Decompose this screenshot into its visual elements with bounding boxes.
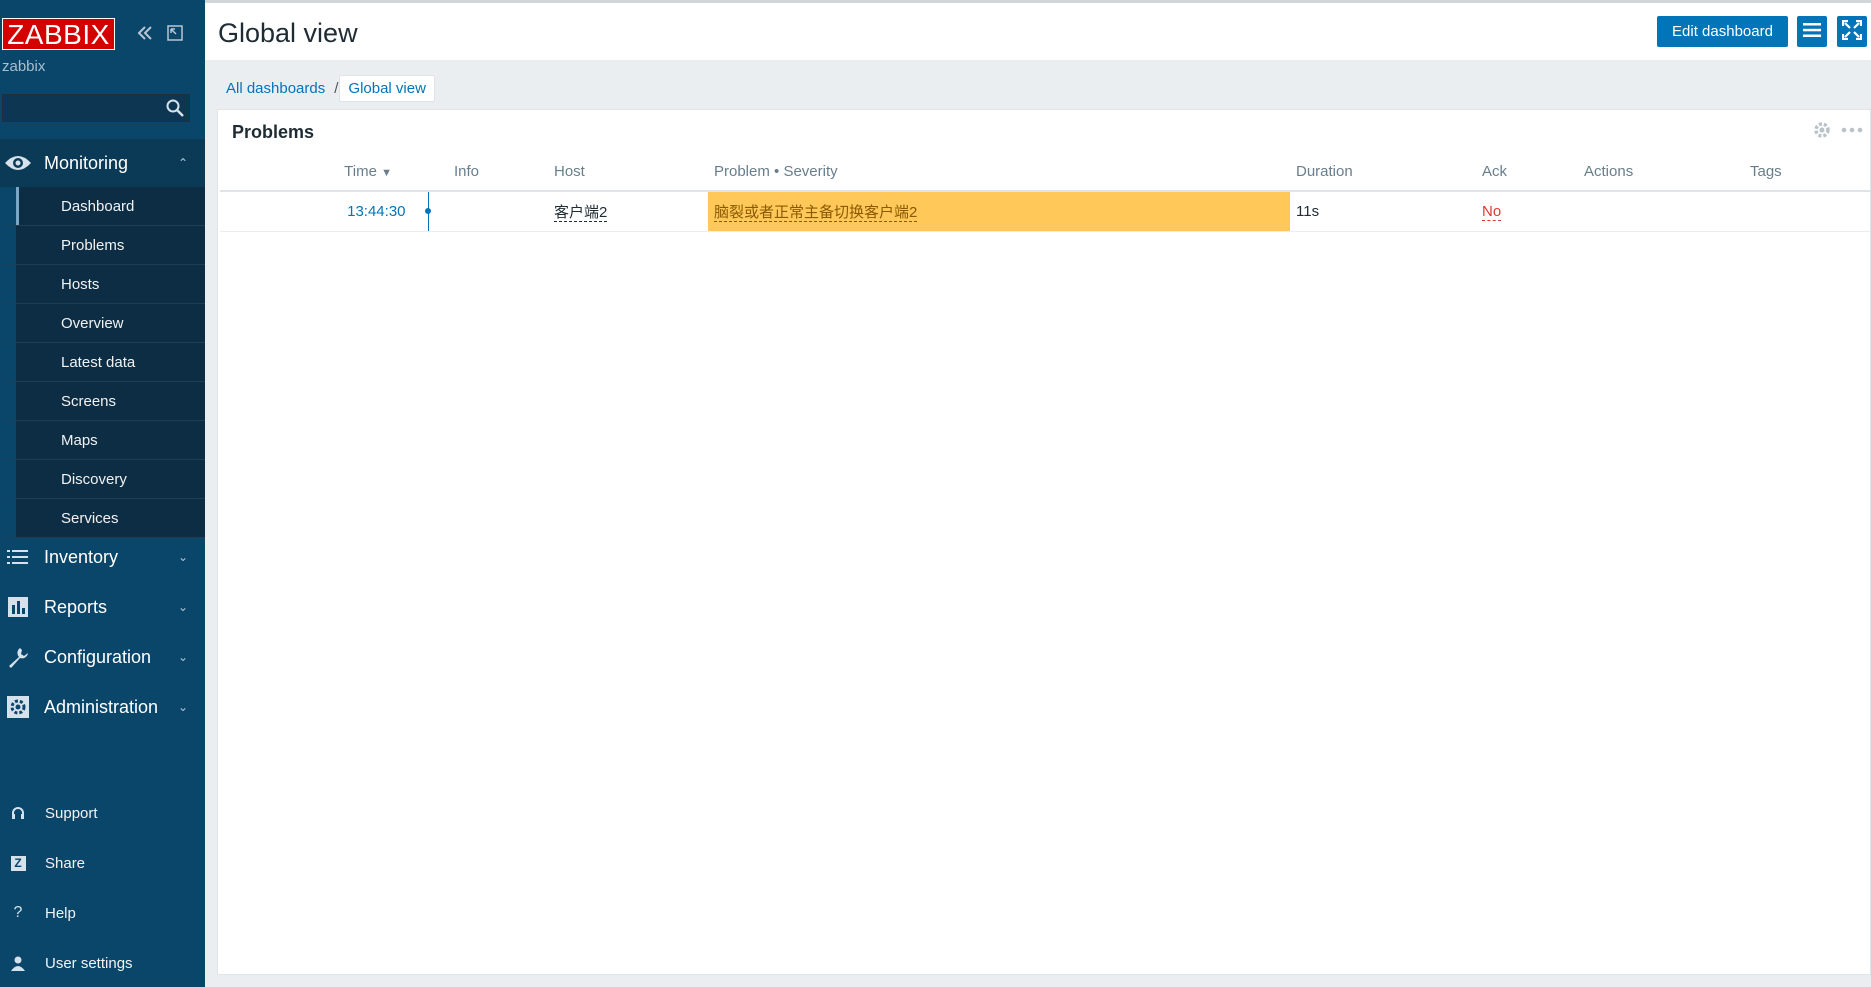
kiosk-mode-button[interactable] [1837, 16, 1867, 47]
headset-icon [2, 805, 34, 821]
gear-icon [2, 693, 34, 721]
menu-help-label: Help [45, 904, 76, 922]
menu-help[interactable]: ? Help [0, 888, 205, 938]
share-icon: Z [2, 855, 34, 871]
menu-support[interactable]: Support [0, 788, 205, 838]
chevron-up-icon: ⌃ [177, 156, 189, 170]
widget-settings-icon[interactable] [1812, 120, 1832, 140]
dashboard-actions-button[interactable] [1797, 16, 1827, 47]
hamburger-menu-icon [1803, 22, 1821, 41]
sidebar-item-maps[interactable]: Maps [0, 421, 205, 460]
problem-severity-cell: 脑裂或者正常主备切换客户端2 [708, 191, 1290, 232]
sidebar-item-problems[interactable]: Problems [0, 226, 205, 265]
chevron-down-icon: ⌄ [177, 600, 189, 614]
sidebar-item-discovery[interactable]: Discovery [0, 460, 205, 499]
chevron-down-icon: ⌄ [177, 550, 189, 564]
problem-tags [1744, 191, 1870, 232]
column-duration: Duration [1290, 153, 1476, 192]
widget-more-icon[interactable] [1840, 120, 1864, 140]
menu-reports[interactable]: Reports ⌄ [0, 583, 205, 631]
eye-icon [2, 149, 34, 177]
wrench-icon [2, 643, 34, 671]
page-title: Global view [218, 18, 358, 48]
breadcrumb: All dashboards / Global view [218, 74, 435, 102]
column-tags: Tags [1744, 153, 1870, 192]
column-problem-severity[interactable]: Problem • Severity [708, 153, 1290, 192]
sidebar-item-screens[interactable]: Screens [0, 382, 205, 421]
sidebar-search [2, 94, 190, 122]
menu-monitoring[interactable]: Monitoring ⌃ [0, 139, 205, 187]
column-actions: Actions [1578, 153, 1744, 192]
zabbix-logo[interactable]: ZABBIX [2, 18, 115, 50]
fullscreen-icon [1841, 19, 1863, 43]
sidebar-item-hosts[interactable]: Hosts [0, 265, 205, 304]
menu-user-settings[interactable]: User settings [0, 938, 205, 987]
menu-monitoring-label: Monitoring [44, 152, 129, 173]
monitoring-submenu: Dashboard Problems Hosts Overview Latest… [0, 187, 205, 538]
column-marker [428, 153, 448, 192]
problem-duration: 11s [1290, 191, 1476, 232]
problem-host-cell: 客户端2 [548, 191, 708, 232]
chevron-down-icon: ⌄ [177, 650, 189, 664]
problem-time[interactable]: 13:44:30 [220, 191, 428, 232]
menu-administration[interactable]: Administration ⌄ [0, 683, 205, 731]
page-header: Global view Edit dashboard [205, 0, 1871, 60]
column-ack: Ack [1476, 153, 1578, 192]
chevron-down-icon: ⌄ [177, 700, 189, 714]
table-header-row: Time ▼ Info Host Problem • Severity Dura… [220, 153, 1870, 192]
column-time[interactable]: Time ▼ [220, 153, 428, 192]
widget-title: Problems [232, 122, 315, 142]
problem-info [448, 191, 548, 232]
sort-desc-icon: ▼ [381, 167, 392, 179]
search-icon[interactable] [165, 98, 185, 118]
menu-configuration[interactable]: Configuration ⌄ [0, 633, 205, 681]
timeline-marker [425, 191, 448, 232]
column-host[interactable]: Host [548, 153, 708, 192]
menu-configuration-label: Configuration [44, 646, 152, 667]
menu-inventory[interactable]: Inventory ⌄ [0, 533, 205, 581]
collapse-sidebar-icon[interactable] [134, 22, 156, 44]
sidebar-item-latest-data[interactable]: Latest data [0, 343, 205, 382]
problem-ack-cell: No [1476, 191, 1578, 232]
problem-name-link[interactable]: 脑裂或者正常主备切换客户端2 [714, 203, 918, 222]
problem-actions [1578, 191, 1744, 232]
breadcrumb-separator: / [334, 79, 339, 97]
user-icon [2, 955, 34, 971]
kiosk-sidebar-icon[interactable] [164, 22, 186, 44]
menu-inventory-label: Inventory [44, 546, 119, 567]
search-input[interactable] [3, 95, 153, 121]
problems-table: Time ▼ Info Host Problem • Severity Dura… [220, 153, 1870, 232]
bar-chart-icon [2, 593, 34, 621]
menu-support-label: Support [45, 804, 98, 822]
menu-share[interactable]: Z Share [0, 838, 205, 888]
breadcrumb-current[interactable]: Global view [339, 74, 435, 102]
ack-link[interactable]: No [1482, 202, 1502, 221]
server-name: zabbix [2, 58, 46, 75]
menu-administration-label: Administration [44, 696, 159, 717]
table-row: 13:44:30 客户端2 脑裂或者正常主备切换客户端2 11s No [220, 191, 1870, 232]
sidebar: ZABBIX zabbix Monitoring ⌃ Dashboard Pro… [0, 0, 205, 987]
menu-user-settings-label: User settings [45, 954, 133, 972]
problem-host-link[interactable]: 客户端2 [554, 203, 608, 222]
sidebar-item-overview[interactable]: Overview [0, 304, 205, 343]
problems-widget: Problems Time ▼ Info Host Problem • Seve… [217, 109, 1871, 975]
breadcrumb-all-dashboards[interactable]: All dashboards [218, 76, 333, 101]
help-icon: ? [13, 904, 23, 921]
column-info: Info [448, 153, 548, 192]
menu-reports-label: Reports [44, 596, 108, 617]
list-icon [2, 543, 34, 571]
column-time-label: Time [344, 163, 377, 180]
menu-share-label: Share [45, 854, 86, 872]
edit-dashboard-button[interactable]: Edit dashboard [1657, 16, 1788, 47]
sidebar-item-dashboard[interactable]: Dashboard [0, 187, 205, 226]
